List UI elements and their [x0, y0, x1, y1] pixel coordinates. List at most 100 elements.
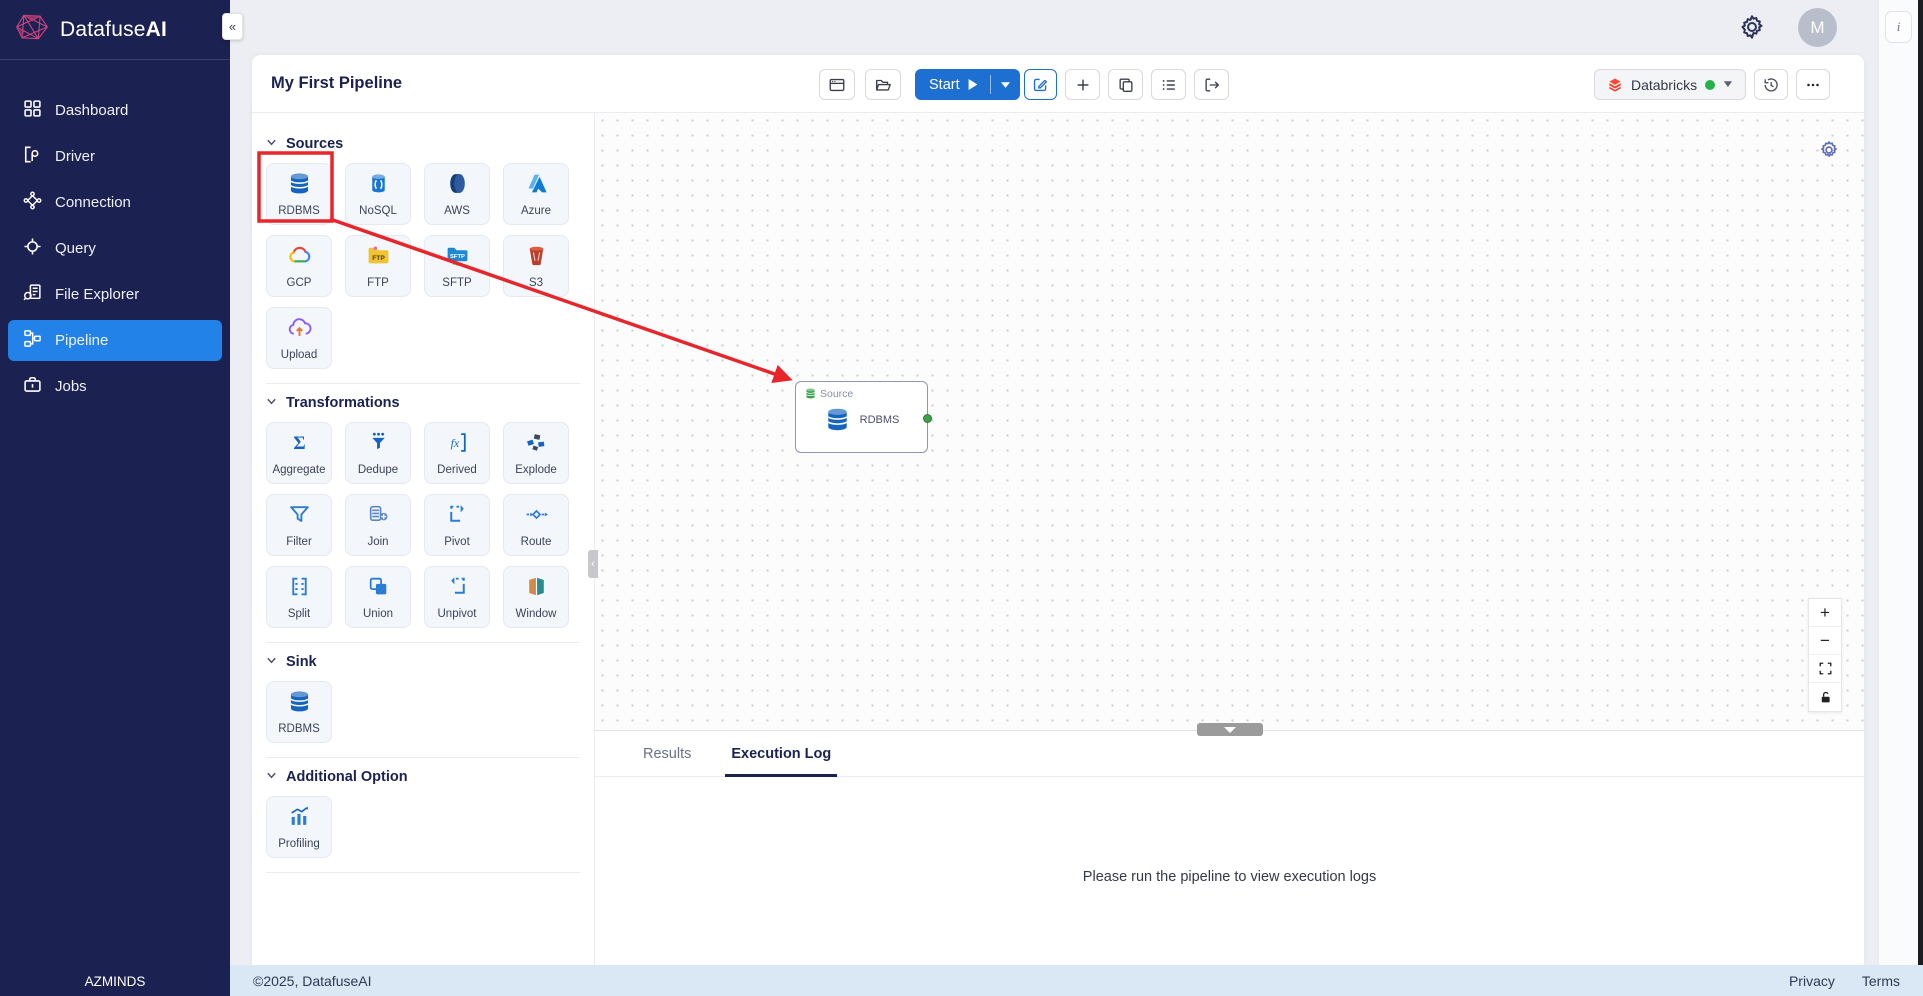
empty-log-message: Please run the pipeline to view executio… [595, 869, 1864, 885]
chevron-down-icon [266, 135, 277, 153]
section-header-sources[interactable]: Sources [266, 135, 580, 153]
palette-item-transformations-pivot[interactable]: Pivot [424, 494, 490, 556]
edit-pipeline-button[interactable] [1024, 69, 1057, 100]
section-header-transformations[interactable]: Transformations [266, 394, 580, 412]
palette-grid: RDBMS [266, 681, 580, 743]
node-output-port[interactable] [923, 414, 932, 423]
sidebar-item-query[interactable]: Query [8, 228, 222, 269]
zoom-out-button[interactable]: − [1809, 627, 1841, 655]
node-type-badge: Source [804, 387, 853, 400]
palette-item-sources-upload[interactable]: Upload [266, 307, 332, 369]
compute-env-select[interactable]: Databricks ▼ [1594, 69, 1746, 100]
databricks-logo-icon [1607, 77, 1623, 93]
palette-item-label: Route [521, 536, 552, 548]
palette-item-transformations-window[interactable]: Window [503, 566, 569, 628]
palette-item-sources-rdbms[interactable]: RDBMS [266, 163, 332, 225]
add-node-button[interactable] [1065, 69, 1100, 100]
sidebar-collapse-button[interactable]: « [222, 13, 243, 40]
canvas-settings-gear-icon[interactable] [1818, 139, 1840, 161]
palette-item-sources-sftp[interactable]: SFTPSFTP [424, 235, 490, 297]
info-icon[interactable]: i [1885, 11, 1912, 43]
layout-panel-button[interactable] [819, 69, 855, 100]
folder-icon [874, 76, 892, 94]
palette-item-transformations-unpivot[interactable]: Unpivot [424, 566, 490, 628]
open-folder-button[interactable] [865, 69, 901, 100]
db-blue-icon [287, 171, 312, 201]
palette-item-sink-rdbms[interactable]: RDBMS [266, 681, 332, 743]
chevron-down-icon [266, 653, 277, 671]
copy-icon [1117, 76, 1135, 94]
sidebar-item-connection[interactable]: Connection [8, 182, 222, 223]
profiling-icon [287, 804, 312, 834]
section-header-additional-option[interactable]: Additional Option [266, 768, 580, 786]
union-icon [366, 574, 391, 604]
window-icon [828, 76, 846, 94]
fit-view-button[interactable] [1809, 655, 1841, 683]
palette-item-sources-ftp[interactable]: FTPFTP [345, 235, 411, 297]
footer-link-terms[interactable]: Terms [1862, 973, 1900, 989]
nosql-icon [366, 171, 391, 201]
palette-item-label: Split [288, 608, 310, 620]
settings-gear-icon[interactable] [1738, 13, 1766, 41]
palette-item-transformations-join[interactable]: Join [345, 494, 411, 556]
duplicate-button[interactable] [1108, 69, 1143, 100]
pipeline-canvas[interactable]: Source RDBMS + − [595, 113, 1864, 730]
palette-item-transformations-dedupe[interactable]: Dedupe [345, 422, 411, 484]
avatar[interactable]: M [1798, 8, 1837, 47]
palette-item-label: Azure [521, 205, 551, 217]
results-panel: Results Execution Log Please run the pipe… [595, 730, 1864, 965]
tab-execution-log[interactable]: Execution Log [725, 746, 837, 777]
window-icon [524, 574, 549, 604]
palette-item-label: Derived [437, 464, 477, 476]
sidebar: DatafuseAI DashboardDriverConnectionQuer… [0, 0, 230, 996]
palette-item-transformations-union[interactable]: Union [345, 566, 411, 628]
panel-resize-handle[interactable] [1197, 723, 1263, 736]
export-icon [1203, 76, 1221, 94]
svg-text:Σ: Σ [293, 433, 305, 454]
palette-item-transformations-split[interactable]: Split [266, 566, 332, 628]
history-button[interactable] [1754, 69, 1788, 100]
file-explorer-icon [23, 283, 42, 306]
derived-icon: fx [445, 430, 470, 460]
section-header-sink[interactable]: Sink [266, 653, 580, 671]
sidebar-item-dashboard[interactable]: Dashboard [8, 90, 222, 131]
palette-item-label: GCP [287, 277, 312, 289]
sidebar-item-pipeline[interactable]: Pipeline [8, 320, 222, 361]
palette-collapse-handle[interactable]: ‹ [588, 550, 598, 578]
sidebar-item-driver[interactable]: Driver [8, 136, 222, 177]
footer-link-privacy[interactable]: Privacy [1789, 973, 1835, 989]
start-options-caret[interactable] [991, 82, 1020, 88]
palette-item-sources-nosql[interactable]: NoSQL [345, 163, 411, 225]
sidebar-item-jobs[interactable]: Jobs [8, 366, 222, 407]
canvas-node-rdbms-source[interactable]: Source RDBMS [795, 381, 928, 453]
palette-item-sources-azure[interactable]: Azure [503, 163, 569, 225]
palette-item-transformations-route[interactable]: Route [503, 494, 569, 556]
palette-item-transformations-filter[interactable]: Filter [266, 494, 332, 556]
jobs-icon [23, 375, 42, 398]
page-footer: ©2025, DatafuseAI PrivacyTerms [230, 965, 1923, 996]
palette-grid: RDBMSNoSQLAWS Azure GCP FTPFTPSFTPSFTPS3 Upl… [266, 163, 580, 369]
node-list-button[interactable] [1151, 69, 1186, 100]
sidebar-item-file-explorer[interactable]: File Explorer [8, 274, 222, 315]
section-title: Sink [286, 654, 317, 670]
page-title: My First Pipeline [271, 74, 402, 93]
palette-item-label: RDBMS [278, 723, 320, 735]
export-button[interactable] [1194, 69, 1229, 100]
palette-item-label: Pivot [444, 536, 470, 548]
more-options-button[interactable] [1796, 69, 1830, 100]
zoom-in-button[interactable]: + [1809, 599, 1841, 627]
s3-icon [524, 243, 549, 273]
palette-item-sources-s3[interactable]: S3 [503, 235, 569, 297]
start-button[interactable]: Start [915, 77, 990, 93]
svg-text:SFTP: SFTP [450, 254, 465, 260]
tab-results[interactable]: Results [637, 746, 697, 777]
palette-item-transformations-aggregate[interactable]: Σ Aggregate [266, 422, 332, 484]
palette-item-sources-gcp[interactable]: GCP [266, 235, 332, 297]
palette-item-additional-option-profiling[interactable]: Profiling [266, 796, 332, 858]
sidebar-item-label: Driver [55, 148, 95, 165]
palette-item-label: Aggregate [272, 464, 325, 476]
palette-item-sources-aws[interactable]: AWS [424, 163, 490, 225]
palette-item-transformations-explode[interactable]: Explode [503, 422, 569, 484]
palette-item-transformations-derived[interactable]: fx Derived [424, 422, 490, 484]
lock-button[interactable] [1809, 683, 1841, 711]
